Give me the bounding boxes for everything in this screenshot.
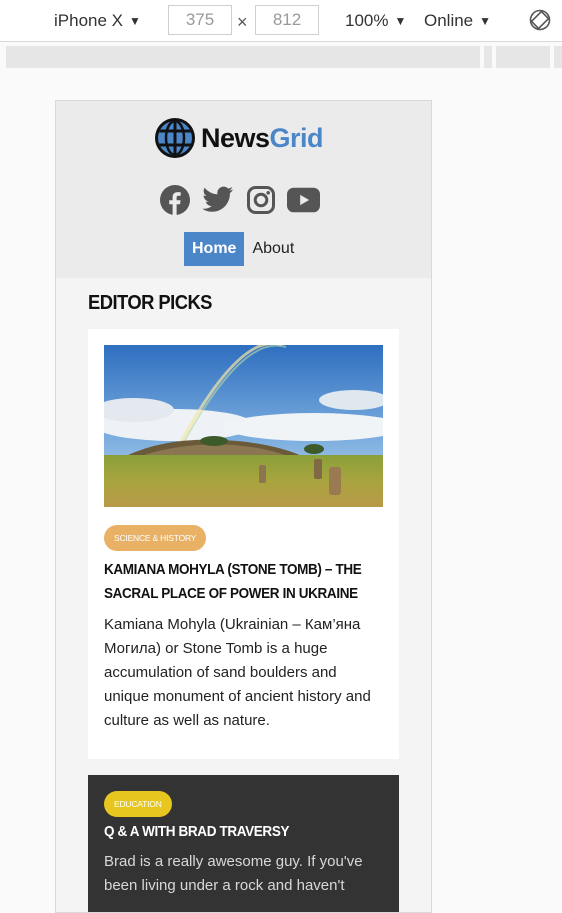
caret-down-icon: ▼ [479, 14, 492, 28]
category-badge[interactable]: EDUCATION [104, 791, 172, 817]
section-title: EDITOR PICKS [88, 292, 212, 314]
network-select-label: Online [424, 11, 474, 30]
devtools-toolbar: iPhone X ▼ 375 × 812 100% ▼ Online ▼ [0, 0, 562, 42]
article-excerpt: Brad is a really awesome guy. If you've … [104, 853, 363, 894]
caret-down-icon: ▼ [129, 14, 141, 28]
logo-text-grid: Grid [269, 122, 324, 153]
media-query-segment[interactable] [6, 46, 480, 68]
article-title[interactable]: KAMIANA MOHYLA (STONE TOMB) – THE SACRAL… [104, 558, 380, 606]
logo-text-news: News [201, 122, 270, 153]
width-input[interactable]: 375 [168, 5, 232, 35]
instagram-icon[interactable] [244, 185, 277, 215]
device-viewport: NewsGrid Home About EDITOR PICKS SCIENCE… [55, 100, 432, 913]
caret-down-icon: ▼ [394, 14, 407, 28]
media-query-bar [0, 42, 562, 68]
twitter-icon[interactable] [201, 185, 234, 215]
device-select-label: iPhone X [54, 11, 123, 30]
nav-link-about[interactable]: About [244, 232, 302, 266]
article-card[interactable]: SCIENCE & HISTORY KAMIANA MOHYLA (STONE … [88, 329, 399, 759]
media-query-segment[interactable] [496, 46, 550, 68]
zoom-select-label: 100% [345, 11, 389, 30]
main-nav: Home About [184, 232, 302, 266]
dimension-separator: × [237, 12, 248, 32]
height-input[interactable]: 812 [255, 5, 319, 35]
site-logo[interactable]: NewsGrid [153, 116, 324, 160]
site-header: NewsGrid Home About [56, 101, 431, 278]
zoom-select[interactable]: 100% ▼ [345, 11, 406, 31]
article-title[interactable]: Q & A WITH BRAD TRAVERSY [104, 820, 380, 844]
media-query-segment[interactable] [554, 46, 562, 68]
article-image[interactable] [104, 345, 383, 507]
nav-link-home[interactable]: Home [184, 232, 245, 266]
rotate-icon[interactable] [528, 8, 552, 32]
article-excerpt: Kamiana Mohyla (Ukrainian – Кам’яна Моги… [104, 616, 371, 729]
category-badge[interactable]: SCIENCE & HISTORY [104, 525, 207, 551]
network-select[interactable]: Online ▼ [424, 11, 491, 31]
social-links [158, 185, 320, 215]
globe-icon [155, 118, 195, 158]
youtube-icon[interactable] [287, 185, 320, 215]
media-query-segment[interactable] [484, 46, 492, 68]
device-select[interactable]: iPhone X ▼ [54, 11, 141, 31]
facebook-icon[interactable] [158, 185, 191, 215]
article-card[interactable]: EDUCATION Q & A WITH BRAD TRAVERSY Brad … [88, 775, 399, 912]
